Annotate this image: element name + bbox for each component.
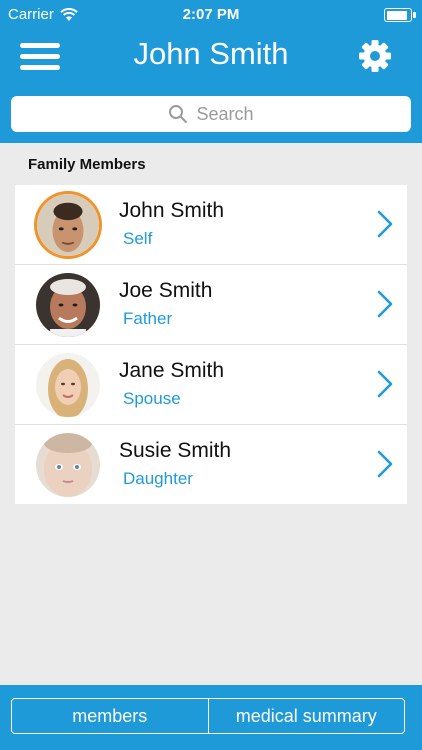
member-name: Jane Smith <box>119 359 225 382</box>
search-icon <box>169 105 188 123</box>
clock: 2:07 PM <box>182 6 240 23</box>
status-bar: Carrier 2:07 PM <box>0 0 422 30</box>
list-item-member[interactable]: John Smith Self <box>15 185 407 265</box>
member-relation: Self <box>123 229 153 248</box>
segmented-control: members medical summary <box>11 698 405 734</box>
member-name: Susie Smith <box>119 439 232 462</box>
header: Carrier 2:07 PM John Smith Search <box>0 0 422 143</box>
family-members-list: John Smith Self Joe Smith Father Jane Sm… <box>15 185 407 504</box>
search-placeholder: Search <box>196 103 254 124</box>
chevron-right-icon <box>377 370 393 398</box>
list-item-member[interactable]: Joe Smith Father <box>15 265 407 345</box>
section-title: Family Members <box>28 156 146 173</box>
member-relation: Father <box>123 309 173 328</box>
member-relation: Daughter <box>123 469 193 488</box>
avatar <box>37 194 99 256</box>
chevron-right-icon <box>377 210 393 238</box>
battery-level <box>386 10 408 20</box>
nav-bar: John Smith <box>0 30 422 86</box>
member-relation: Spouse <box>123 389 181 408</box>
list-item-member[interactable]: Jane Smith Spouse <box>15 345 407 425</box>
list-item-member[interactable]: Susie Smith Daughter <box>15 425 407 504</box>
tab-medical-summary[interactable]: medical summary <box>207 699 405 733</box>
member-name: Joe Smith <box>119 279 213 302</box>
bottom-bar: members medical summary <box>0 685 422 750</box>
avatar <box>36 353 100 417</box>
battery-icon <box>384 8 416 22</box>
gear-icon[interactable] <box>358 39 392 73</box>
avatar <box>36 273 100 337</box>
tab-members[interactable]: members <box>12 699 208 733</box>
chevron-right-icon <box>377 450 393 478</box>
chevron-right-icon <box>377 290 393 318</box>
avatar <box>36 433 100 497</box>
search-input[interactable]: Search <box>11 96 411 132</box>
member-name: John Smith <box>119 199 225 222</box>
